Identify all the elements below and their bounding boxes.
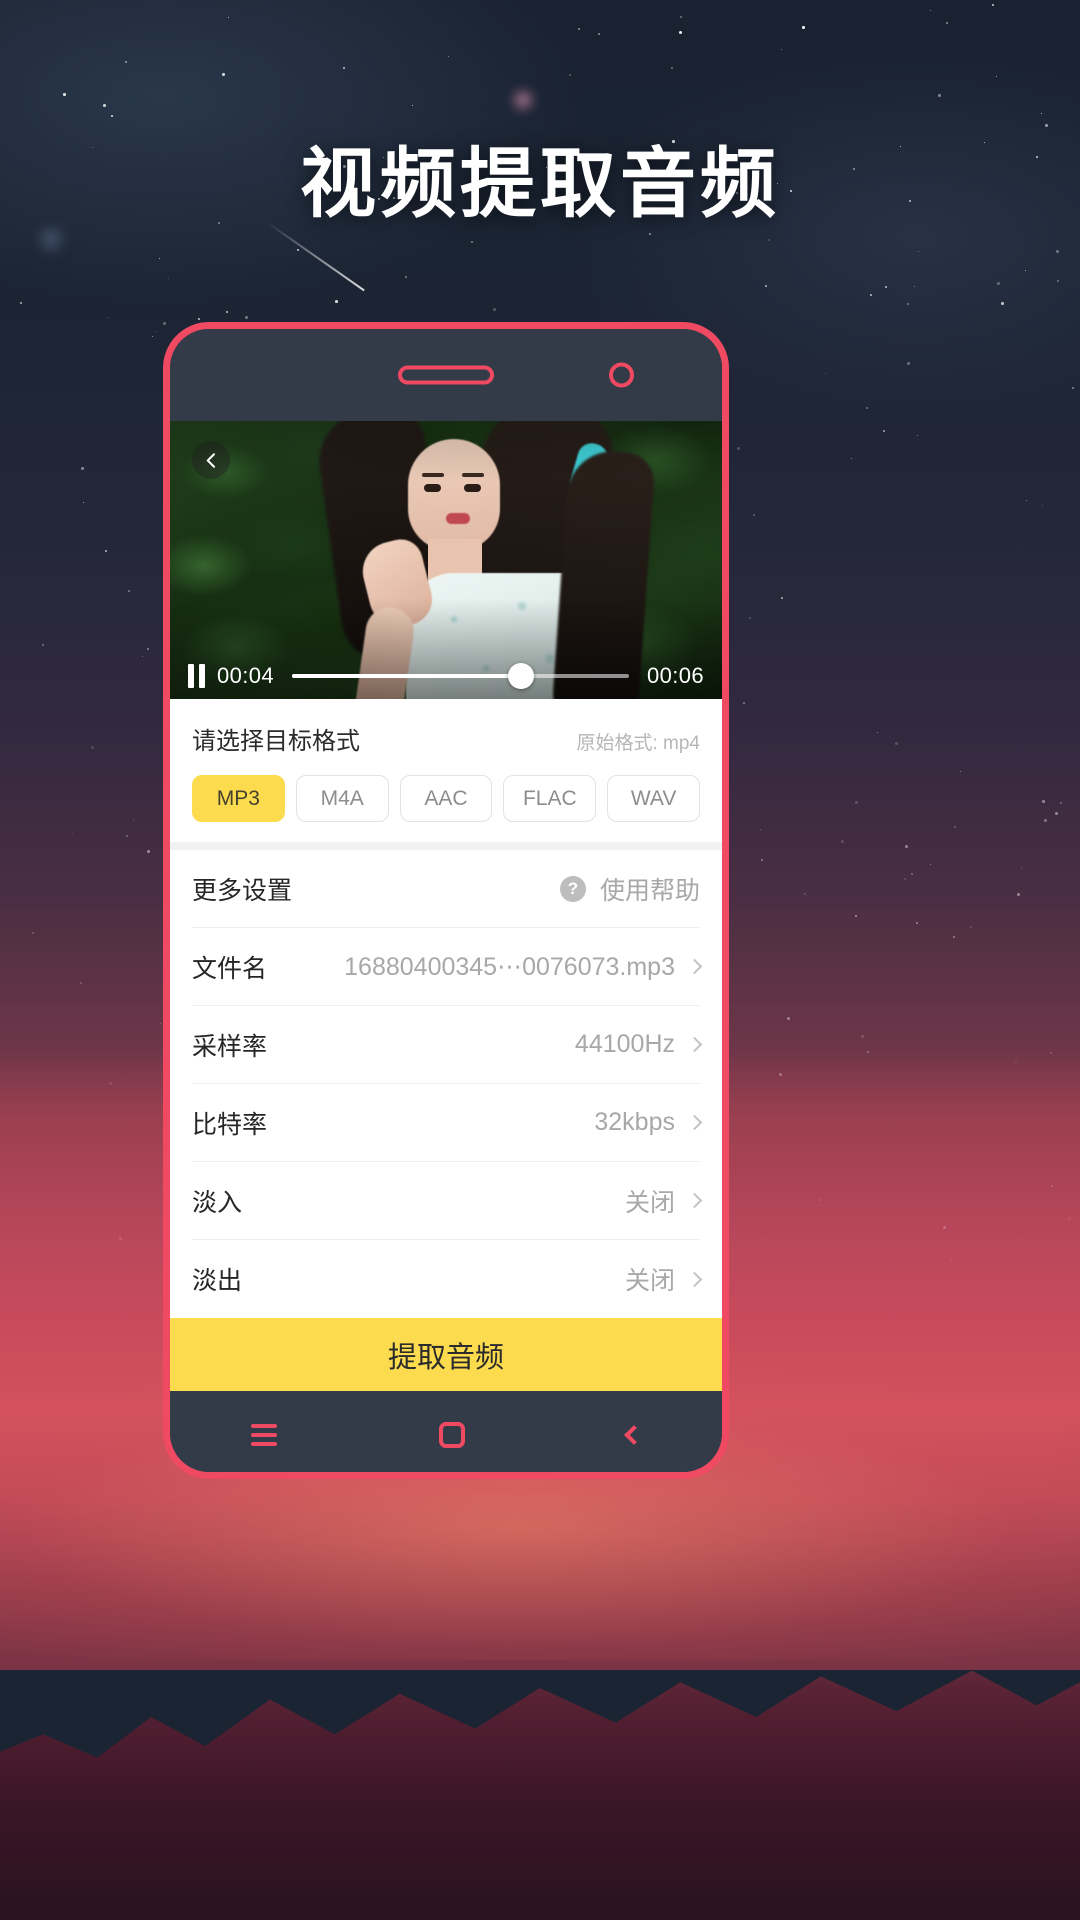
format-chip-aac[interactable]: AAC: [399, 775, 493, 823]
help-label: 使用帮助: [599, 876, 700, 905]
page-title: 视频提取音频: [300, 139, 780, 228]
phone-top-bezel: [170, 329, 722, 421]
settings-row-value: 32kbps: [594, 1108, 675, 1137]
video-vignette: [170, 421, 722, 700]
progress-fill: [292, 674, 522, 679]
question-mark-icon: ?: [559, 875, 586, 902]
settings-row-label: 淡入: [192, 1188, 243, 1217]
video-preview[interactable]: 00:04 00:06: [170, 421, 722, 700]
video-progress-slider[interactable]: [292, 663, 629, 690]
video-controls[interactable]: 00:04 00:06: [170, 663, 722, 690]
format-header: 请选择目标格式 原始格式: mp4: [192, 721, 700, 756]
settings-row-label: 淡出: [192, 1267, 243, 1296]
settings-row-right: 16880400345⋯0076073.mp3: [344, 952, 703, 982]
chevron-left-icon: [206, 452, 215, 468]
settings-row[interactable]: 比特率 32kbps: [192, 1084, 703, 1163]
phone-mockup: 00:04 00:06 请选择目标格式 原始格式: mp4 MP3 M4A AAC F…: [163, 322, 729, 1479]
settings-row-right: 32kbps: [594, 1108, 703, 1137]
settings-row[interactable]: 淡出 关闭: [192, 1240, 703, 1318]
help-link[interactable]: ? 使用帮助: [559, 871, 700, 907]
menu-icon[interactable]: [251, 1419, 277, 1451]
format-chip-m4a[interactable]: M4A: [295, 775, 389, 823]
extract-audio-button[interactable]: 提取音频: [170, 1318, 722, 1391]
settings-row-value: 关闭: [624, 1188, 675, 1217]
settings-row-value: 44100Hz: [574, 1030, 675, 1059]
settings-row-right: 44100Hz: [574, 1030, 703, 1059]
chevron-right-icon: [686, 1192, 703, 1209]
settings-row-label: 比特率: [192, 1110, 268, 1139]
format-option-list: MP3 M4A AAC FLAC WAV: [192, 775, 700, 823]
settings-row[interactable]: 采样率 44100Hz: [192, 1006, 703, 1085]
settings-row-label: 采样率: [192, 1032, 268, 1061]
chevron-right-icon: [686, 958, 703, 975]
settings-row[interactable]: 文件名 16880400345⋯0076073.mp3: [192, 928, 703, 1007]
pink-star: [515, 92, 531, 108]
phone-screen: 00:04 00:06 请选择目标格式 原始格式: mp4 MP3 M4A AAC F…: [170, 421, 722, 1391]
settings-row[interactable]: 淡入 关闭: [192, 1162, 703, 1241]
settings-header-row: 更多设置 ? 使用帮助: [192, 850, 700, 929]
settings-row-right: 关闭: [624, 1261, 703, 1297]
duration-label: 00:06: [646, 663, 704, 689]
front-camera-icon: [609, 362, 634, 388]
settings-row-list: 文件名 16880400345⋯0076073.mp3 采样率 44100Hz 比特率 3…: [170, 928, 722, 1318]
chevron-right-icon: [686, 1114, 703, 1131]
settings-row-value: 16880400345⋯0076073.mp3: [344, 952, 675, 981]
chevron-right-icon: [686, 1271, 703, 1287]
current-time-label: 00:04: [217, 663, 275, 689]
speaker-grill-icon: [398, 365, 494, 385]
home-icon[interactable]: [439, 1422, 465, 1448]
back-icon[interactable]: [624, 1425, 644, 1445]
format-section: 请选择目标格式 原始格式: mp4 MP3 M4A AAC FLAC WAV: [170, 699, 722, 843]
more-settings-label: 更多设置: [192, 876, 293, 905]
pause-icon[interactable]: [188, 664, 205, 689]
settings-row-right: 关闭: [624, 1183, 703, 1219]
format-chip-mp3[interactable]: MP3: [192, 775, 285, 823]
settings-row-value: 关闭: [624, 1267, 675, 1296]
back-button[interactable]: [192, 441, 230, 479]
android-nav-bar: [170, 1391, 722, 1472]
section-divider: [170, 842, 722, 851]
source-format-label: 原始格式: mp4: [576, 733, 700, 755]
format-chip-flac[interactable]: FLAC: [503, 775, 597, 823]
settings-row-label: 文件名: [192, 954, 268, 983]
format-chip-wav[interactable]: WAV: [607, 775, 700, 823]
progress-thumb[interactable]: [508, 663, 535, 690]
settings-section: 更多设置 ? 使用帮助 文件名 16880400345⋯0076073.mp3 采样…: [170, 850, 722, 1319]
format-section-title: 请选择目标格式: [192, 728, 360, 756]
chevron-right-icon: [686, 1036, 703, 1053]
